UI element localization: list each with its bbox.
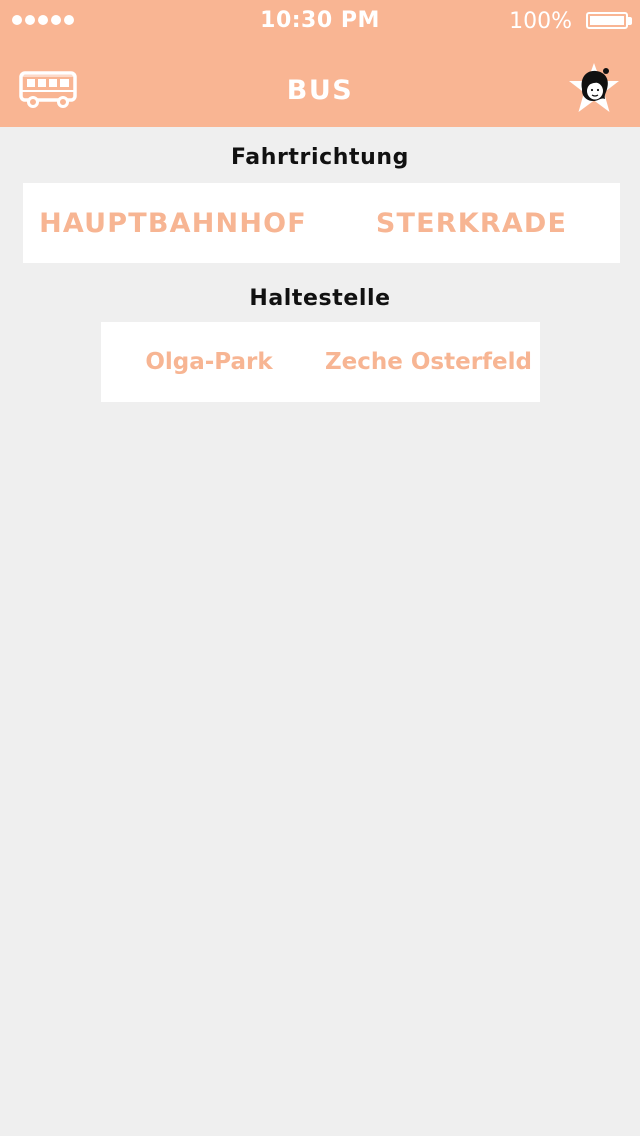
direction-label: Fahrtrichtung (230, 145, 410, 170)
battery-tip (628, 17, 632, 25)
star-avatar-icon[interactable] (566, 62, 622, 116)
direction-option-hauptbahnhof[interactable]: HAUPTBAHNHOF (23, 208, 323, 239)
top-bar: 10:30 PM 100% BUS (0, 0, 640, 127)
status-bar: 10:30 PM 100% (0, 0, 640, 44)
page-title: BUS (286, 75, 354, 106)
direction-selector: HAUPTBAHNHOF STERKRADE (23, 183, 620, 263)
battery-percentage: 100% (509, 9, 572, 34)
stop-label: Haltestelle (249, 286, 391, 311)
battery-full-icon (586, 12, 628, 29)
direction-option-sterkrade[interactable]: STERKRADE (323, 208, 620, 239)
stop-option-zeche-osterfeld[interactable]: Zeche Osterfeld (317, 349, 540, 375)
stop-selector: Olga-Park Zeche Osterfeld (101, 322, 540, 402)
stop-option-olga-park[interactable]: Olga-Park (101, 349, 317, 375)
